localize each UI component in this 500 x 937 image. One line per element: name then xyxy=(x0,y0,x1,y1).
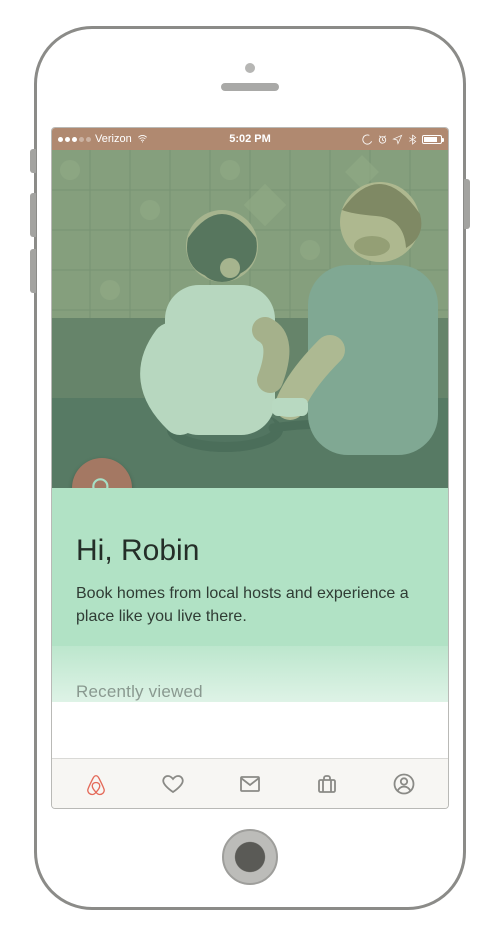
recently-viewed-label: Recently viewed xyxy=(76,682,203,701)
tab-bar xyxy=(52,758,448,808)
hero-tint xyxy=(52,150,448,488)
battery-icon xyxy=(422,135,442,144)
greeting-text: Hi, Robin xyxy=(76,534,424,568)
carrier-label: Verizon xyxy=(95,133,132,145)
tagline-text: Book homes from local hosts and experien… xyxy=(76,582,424,628)
volume-down-button xyxy=(30,249,36,293)
tab-explore[interactable] xyxy=(76,764,116,804)
mute-switch xyxy=(30,149,36,173)
wifi-icon xyxy=(136,134,149,144)
mail-icon xyxy=(238,772,262,796)
signal-strength-icon xyxy=(58,137,91,142)
tab-inbox[interactable] xyxy=(230,764,270,804)
welcome-panel: Hi, Robin Book homes from local hosts an… xyxy=(52,488,448,646)
volume-up-button xyxy=(30,193,36,237)
stage: Verizon 5:02 PM xyxy=(0,0,500,937)
bluetooth-icon xyxy=(407,134,418,145)
location-icon xyxy=(392,134,403,145)
tab-wishlist[interactable] xyxy=(153,764,193,804)
hero-image xyxy=(52,150,448,488)
power-button xyxy=(464,179,470,229)
alarm-icon xyxy=(377,134,388,145)
speaker-grille xyxy=(221,83,279,91)
phone-frame: Verizon 5:02 PM xyxy=(34,26,466,910)
clock: 5:02 PM xyxy=(229,133,271,145)
home-button xyxy=(222,829,278,885)
app-content[interactable]: Hi, Robin Book homes from local hosts an… xyxy=(52,150,448,758)
screen: Verizon 5:02 PM xyxy=(51,127,449,809)
tab-profile[interactable] xyxy=(384,764,424,804)
airbnb-logo-icon xyxy=(84,772,108,796)
recently-viewed-section[interactable]: Recently viewed xyxy=(52,646,448,702)
do-not-disturb-icon xyxy=(362,134,373,145)
tab-trips[interactable] xyxy=(307,764,347,804)
heart-icon xyxy=(161,772,185,796)
status-bar: Verizon 5:02 PM xyxy=(52,128,448,150)
front-camera xyxy=(245,63,255,73)
profile-icon xyxy=(392,772,416,796)
suitcase-icon xyxy=(315,772,339,796)
search-icon xyxy=(89,475,115,488)
